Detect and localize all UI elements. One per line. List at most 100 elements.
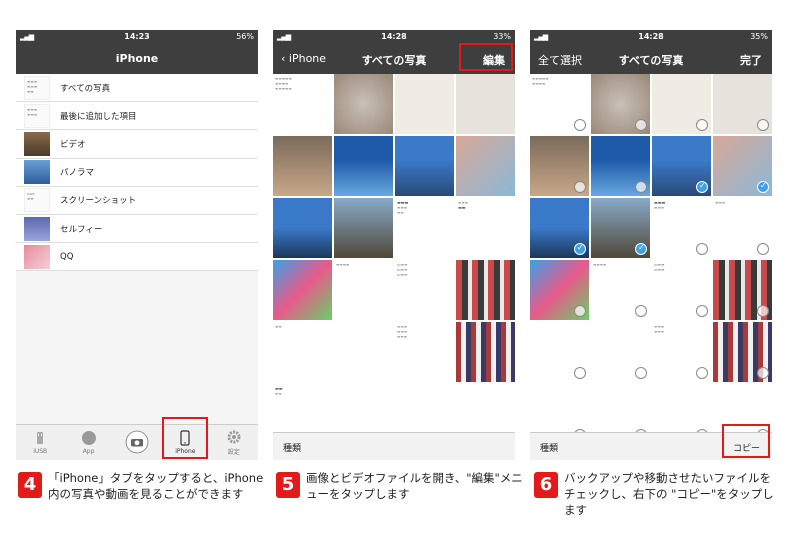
- photo-cell[interactable]: [395, 74, 454, 134]
- photo-cell[interactable]: [652, 74, 711, 134]
- album-row-selfie[interactable]: セルフィー: [16, 215, 258, 244]
- photo-cell[interactable]: ≡≡≡≡: [591, 260, 650, 320]
- photo-cell[interactable]: ≡≡≡: [713, 198, 772, 258]
- photo-cell[interactable]: ≡≡≡≡≡≡≡≡≡: [530, 74, 589, 134]
- phone-screen-3: ▂▄▆ 14:28 35% 全て選択 すべての写真 完了 ≡≡≡≡≡≡≡≡≡ ▬…: [530, 30, 772, 460]
- tab-label: App: [82, 448, 95, 455]
- photo-cell[interactable]: ≡≡≡ ▬▬: [456, 198, 515, 258]
- photo-cell[interactable]: [456, 260, 515, 320]
- bottom-toolbar: 種類: [273, 432, 515, 460]
- photo-cell[interactable]: [591, 198, 650, 258]
- select-checkbox[interactable]: [635, 181, 647, 193]
- album-label: スクリーンショット: [60, 196, 137, 207]
- tab-iusb[interactable]: iUSB: [20, 430, 60, 455]
- select-checkbox[interactable]: [696, 243, 708, 255]
- photo-cell[interactable]: ▭≡≡ ▭≡≡: [652, 260, 711, 320]
- select-checkbox-checked[interactable]: [757, 181, 769, 193]
- select-checkbox[interactable]: [696, 119, 708, 131]
- photo-cell[interactable]: ▬▬▬ ≡≡≡ ≡≡: [395, 198, 454, 258]
- photo-cell[interactable]: [273, 136, 332, 196]
- photo-cell[interactable]: [456, 74, 515, 134]
- photo-cell[interactable]: [591, 322, 650, 382]
- select-checkbox[interactable]: [757, 305, 769, 317]
- photo-cell[interactable]: [334, 136, 393, 196]
- select-checkbox[interactable]: [635, 119, 647, 131]
- album-row-screenshots[interactable]: ▭▭ ≡≡ スクリーンショット: [16, 187, 258, 215]
- photo-cell[interactable]: ≡≡≡≡≡ ≡≡≡≡ ≡≡≡≡≡: [273, 74, 332, 134]
- select-checkbox[interactable]: [696, 305, 708, 317]
- done-button[interactable]: 完了: [740, 52, 762, 68]
- photo-cell[interactable]: ≡≡≡≡≡≡≡≡≡: [395, 322, 454, 382]
- photo-cell[interactable]: [273, 260, 332, 320]
- tab-camera[interactable]: [117, 430, 157, 456]
- select-checkbox[interactable]: [696, 367, 708, 379]
- status-time: 14:28: [638, 32, 664, 41]
- highlight-copy-button: [722, 424, 770, 458]
- photo-cell[interactable]: [530, 260, 589, 320]
- photo-cell[interactable]: ▬▬▬ ≡≡≡: [652, 198, 711, 258]
- tab-label: 設定: [227, 449, 240, 456]
- album-row-recent[interactable]: ≡≡≡ ≡≡≡ 最後に追加した項目: [16, 102, 258, 131]
- album-label: 最後に追加した項目: [60, 111, 137, 122]
- select-checkbox-checked[interactable]: [635, 243, 647, 255]
- photo-cell[interactable]: [713, 260, 772, 320]
- photo-cell[interactable]: [334, 198, 393, 258]
- step-caption-4: 「iPhone」タブをタップすると、iPhone内の写真や動画を見ることができま…: [48, 471, 264, 501]
- camera-icon: [125, 430, 149, 453]
- select-checkbox[interactable]: [574, 305, 586, 317]
- select-checkbox[interactable]: [574, 119, 586, 131]
- tab-settings[interactable]: 設定: [214, 429, 254, 456]
- photo-cell[interactable]: [713, 322, 772, 382]
- album-row-panorama[interactable]: パノラマ: [16, 159, 258, 187]
- photo-cell[interactable]: [456, 322, 515, 382]
- photo-cell[interactable]: [456, 136, 515, 196]
- status-time: 14:23: [124, 32, 150, 41]
- select-checkbox[interactable]: [757, 119, 769, 131]
- album-label: パノラマ: [60, 168, 95, 179]
- photo-cell[interactable]: [591, 74, 650, 134]
- album-thumbnail: [24, 160, 50, 185]
- photo-cell[interactable]: [334, 74, 393, 134]
- step-number-5: 5: [276, 472, 300, 498]
- photo-cell[interactable]: ≡≡≡≡: [334, 260, 393, 320]
- album-thumbnail: ≡≡≡ ≡≡≡ ≡≡: [24, 75, 50, 100]
- step-caption-6: バックアップや移動させたいファイルをチェックし、右下の "コピー"をタップします: [564, 471, 774, 517]
- page-title: すべての写真: [618, 54, 684, 67]
- tab-app[interactable]: App: [69, 430, 109, 455]
- album-row-all-photos[interactable]: ≡≡≡ ≡≡≡ ≡≡ すべての写真: [16, 74, 258, 103]
- photo-cell[interactable]: ▭≡≡ ▭≡≡ ▭≡≡: [395, 260, 454, 320]
- select-checkbox[interactable]: [574, 367, 586, 379]
- select-checkbox[interactable]: [574, 181, 586, 193]
- photo-cell[interactable]: [530, 198, 589, 258]
- type-filter-button[interactable]: 種類: [283, 441, 301, 454]
- select-checkbox[interactable]: [635, 367, 647, 379]
- type-filter-button[interactable]: 種類: [540, 441, 558, 454]
- photo-cell[interactable]: [713, 74, 772, 134]
- select-checkbox-checked[interactable]: [696, 181, 708, 193]
- photo-cell[interactable]: [395, 136, 454, 196]
- photo-cell[interactable]: [530, 136, 589, 196]
- photo-cell[interactable]: [713, 136, 772, 196]
- select-checkbox[interactable]: [757, 243, 769, 255]
- battery-level: 35%: [750, 32, 768, 41]
- step-caption-5: 画像とビデオファイルを開き、"編集"メニューをタップします: [306, 471, 523, 501]
- select-checkbox-checked[interactable]: [574, 243, 586, 255]
- phone-screen-1: ▂▄▆ 14:23 56% iPhone ≡≡≡ ≡≡≡ ≡≡ すべての写真 ≡≡≡…: [16, 30, 258, 460]
- photo-cell[interactable]: [530, 322, 589, 382]
- photo-cell[interactable]: [652, 136, 711, 196]
- photo-cell[interactable]: ≡≡: [273, 322, 332, 382]
- album-row-qq[interactable]: QQ: [16, 243, 258, 272]
- album-thumbnail: [24, 244, 50, 269]
- select-checkbox[interactable]: [635, 305, 647, 317]
- album-row-video[interactable]: ビデオ: [16, 130, 258, 159]
- photo-cell[interactable]: ≡≡≡ ≡≡≡: [652, 322, 711, 382]
- nav-bar: 全て選択 すべての写真 完了: [530, 44, 772, 74]
- step-number-6: 6: [534, 472, 558, 498]
- photo-cell[interactable]: [591, 136, 650, 196]
- tab-bar: iUSB App iPhone 設定: [16, 424, 258, 460]
- photo-cell[interactable]: [273, 198, 332, 258]
- nav-bar: iPhone: [16, 44, 258, 74]
- select-checkbox[interactable]: [757, 367, 769, 379]
- photo-cell[interactable]: [334, 322, 393, 382]
- app-icon: [81, 431, 96, 445]
